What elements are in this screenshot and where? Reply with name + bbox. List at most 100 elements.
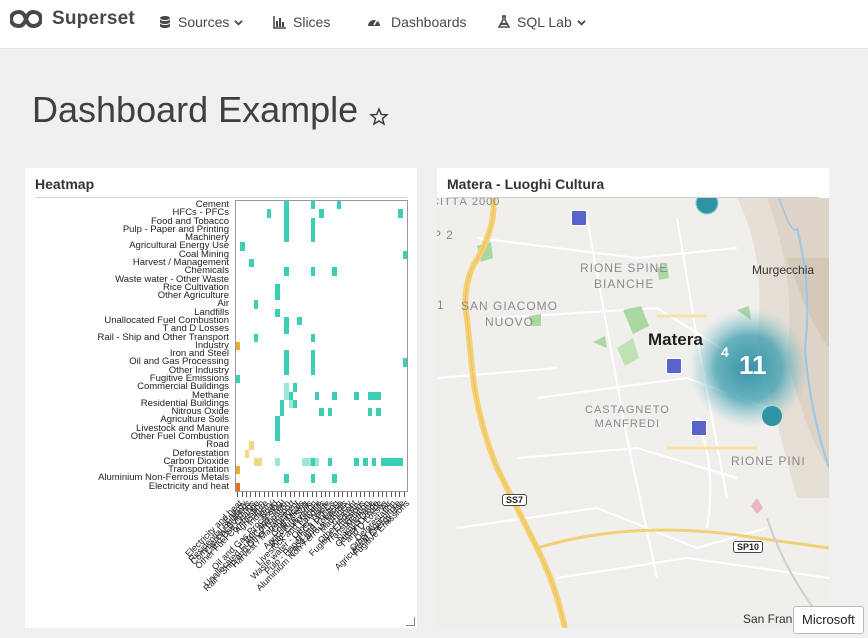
heatmap-cell[interactable] (284, 474, 289, 483)
heatmap-cell[interactable] (328, 457, 333, 467)
heatmap-cell[interactable] (310, 366, 315, 375)
slice-title-divider (35, 197, 407, 198)
heatmap-cell[interactable] (284, 225, 289, 235)
heatmap-cell[interactable] (284, 350, 289, 359)
heatmap-cell[interactable] (310, 234, 315, 243)
heatmap-cell[interactable] (376, 408, 381, 417)
heatmap-cell[interactable] (249, 441, 254, 450)
heatmap-cell[interactable] (240, 242, 245, 251)
heatmap-cell[interactable] (310, 358, 315, 367)
heatmap-cell[interactable] (284, 267, 289, 276)
heatmap-cell[interactable] (310, 201, 315, 210)
database-icon (160, 16, 170, 28)
heatmap-cell[interactable] (319, 408, 324, 417)
heatmap-cell[interactable] (284, 234, 289, 243)
heatmap-cell[interactable] (310, 217, 315, 226)
heatmap-x-tick (320, 492, 322, 497)
heatmap-x-tick (338, 492, 340, 497)
nav-slices[interactable]: Slices (273, 12, 330, 32)
heatmap-cell[interactable] (314, 457, 320, 467)
nav-sources[interactable]: Sources (158, 12, 244, 32)
heatmap-cell[interactable] (275, 292, 280, 301)
heatmap-cell[interactable] (284, 325, 289, 334)
train-station-icon[interactable] (571, 210, 587, 226)
nav-sql-lab[interactable]: SQL Lab (497, 12, 586, 32)
heatmap-x-tick (302, 492, 304, 497)
nav-sql-lab-label: SQL Lab (517, 14, 572, 30)
heatmap-x-tick (386, 492, 388, 497)
heatmap-cell[interactable] (275, 433, 280, 442)
map-canvas[interactable]: CITTÀ 2000 P 2 1 RIONE SPINE BIANCHE SAN… (437, 198, 829, 628)
heatmap-cell[interactable] (266, 209, 272, 218)
heatmap-cell[interactable] (354, 457, 359, 467)
heatmap-cell[interactable] (293, 399, 298, 409)
star-icon[interactable] (369, 107, 389, 127)
heatmap-cell[interactable] (275, 416, 280, 425)
heatmap-x-tick (368, 492, 370, 497)
heatmap-x-tick (281, 492, 283, 497)
heatmap-cell[interactable] (284, 217, 289, 226)
heatmap-cell[interactable] (275, 457, 280, 467)
heatmap-cell[interactable] (284, 383, 289, 392)
heatmap-cell[interactable] (236, 341, 241, 351)
heatmap-cell[interactable] (257, 457, 263, 467)
heatmap-cell[interactable] (332, 391, 337, 400)
nav-dashboards[interactable]: Dashboards (367, 12, 467, 32)
heatmap-cell[interactable] (288, 391, 293, 400)
heatmap-cell[interactable] (319, 209, 324, 218)
heatmap-cell[interactable] (284, 366, 289, 375)
heatmap-cell[interactable] (284, 201, 289, 210)
train-station-icon[interactable] (691, 420, 707, 436)
heatmap-x-tick (237, 492, 239, 497)
heatmap-cell[interactable] (367, 408, 372, 417)
heatmap-cell[interactable] (332, 474, 337, 483)
heatmap-cell[interactable] (310, 333, 315, 342)
heatmap-cell[interactable] (332, 267, 337, 276)
heatmap-cell[interactable] (297, 317, 302, 326)
cluster-count[interactable]: 4 (721, 344, 729, 360)
heatmap-cell[interactable] (310, 267, 315, 276)
heatmap-cell[interactable] (310, 474, 315, 483)
heatmap-cell[interactable] (236, 482, 241, 491)
heatmap-cell[interactable] (236, 375, 241, 384)
heatmap-cell[interactable] (236, 466, 241, 475)
heatmap-cell[interactable] (284, 209, 289, 218)
heatmap-cell[interactable] (371, 457, 377, 467)
heatmap-cell[interactable] (310, 225, 315, 235)
heatmap-cell[interactable] (284, 317, 289, 326)
heatmap-cell[interactable] (275, 424, 280, 433)
heatmap-cell[interactable] (314, 391, 320, 400)
heatmap-x-tick (285, 492, 287, 497)
map-place-label: SAN GIACOMO NUOVO (461, 299, 559, 329)
heatmap-cell[interactable] (279, 399, 285, 409)
heatmap-cell[interactable] (402, 358, 407, 367)
heatmap-x-tick (390, 492, 392, 497)
heatmap-cell[interactable] (275, 308, 280, 317)
heatmap-x-tick (254, 492, 256, 497)
heatmap-cell[interactable] (354, 391, 359, 400)
heatmap-cell[interactable] (253, 333, 258, 342)
heatmap-x-tick (364, 492, 366, 497)
cluster-count[interactable]: 11 (739, 350, 767, 381)
heatmap-cell[interactable] (284, 358, 289, 367)
heatmap-x-tick (245, 492, 247, 497)
heatmap-cell[interactable] (244, 449, 250, 458)
map-place-label: RIONE SPINE BIANCHE (580, 261, 669, 291)
heatmap-cell[interactable] (328, 408, 333, 417)
heatmap-cell[interactable] (398, 209, 403, 218)
heatmap-cell[interactable] (336, 201, 342, 210)
resize-handle[interactable] (406, 617, 415, 626)
heatmap-cell[interactable] (279, 408, 285, 417)
heatmap-x-tick (316, 492, 318, 497)
heatmap-cell[interactable] (398, 457, 403, 467)
brand[interactable]: Superset (10, 8, 135, 30)
heatmap-cell[interactable] (249, 259, 254, 268)
heatmap-cell[interactable] (402, 250, 407, 259)
heatmap-cell[interactable] (293, 383, 298, 392)
heatmap-cell[interactable] (275, 283, 280, 293)
heatmap-cell[interactable] (363, 457, 368, 467)
heatmap-cell[interactable] (376, 391, 381, 400)
heatmap-cell[interactable] (310, 350, 315, 359)
heatmap-cell[interactable] (253, 300, 258, 309)
train-station-icon[interactable] (666, 358, 682, 374)
